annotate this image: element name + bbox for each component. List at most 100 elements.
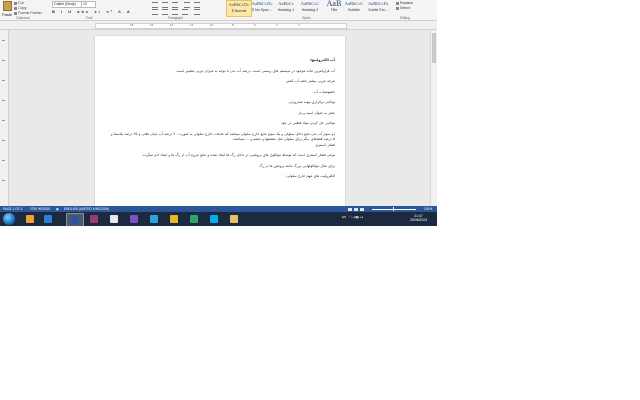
ruler-number: 18 [130, 23, 134, 27]
cut-label: Cut [18, 1, 24, 5]
style-label: Title [330, 8, 338, 12]
viber-icon [130, 215, 138, 223]
style-preview: AaBbCcDc [228, 2, 250, 7]
doc-paragraph[interactable]: خصوصیات آب [110, 90, 335, 95]
group-label-paragraph: Paragraph [168, 16, 183, 20]
document-body[interactable]: آب الکترولیتها آب فراوانترین ماده موجود … [110, 58, 335, 185]
zoom-slider-handle[interactable] [393, 207, 394, 211]
vertical-scrollbar[interactable] [430, 30, 437, 206]
style-preview: AaBbCcDı [368, 1, 388, 6]
strikethrough-button[interactable]: abc [77, 9, 90, 14]
ruler-tick [2, 140, 5, 141]
style-label: ¶ No Spac... [252, 8, 272, 12]
bold-button[interactable]: B [52, 9, 57, 14]
taskbar-chrome-button[interactable] [166, 213, 182, 225]
multilevel-list-icon[interactable] [172, 2, 178, 8]
ruler-tick [2, 160, 5, 161]
italic-button[interactable]: I [61, 9, 64, 14]
group-label-font: Font [86, 16, 93, 20]
doc-paragraph[interactable]: برای مثال مولکولهایی بزرگ مانند پروتئین … [110, 164, 335, 169]
document-page[interactable]: آب الکترولیتها آب فراوانترین ماده موجود … [95, 36, 345, 206]
zoom-slider[interactable] [372, 209, 416, 210]
editing-group: Replace Select [396, 0, 428, 10]
format-painter-label: Format Painter [18, 11, 42, 15]
replace-button[interactable]: Replace [396, 1, 428, 5]
word-window: Paste Cut Copy Format Painter Calibri (B… [0, 0, 437, 226]
ruler-tick [2, 180, 5, 181]
doc-paragraph[interactable]: الکترولیت های مهم خارج سلولی: [110, 174, 335, 179]
align-center-icon[interactable] [162, 9, 168, 15]
doc-paragraph[interactable]: نوعی فشار اسمزی است که توسط مولکول های پ… [110, 153, 335, 158]
brush-icon [14, 11, 17, 15]
taskbar-skype-button[interactable] [206, 213, 222, 225]
cut-button[interactable]: Cut [14, 1, 24, 5]
doc-paragraph[interactable]: عمل به عنوان اسید و باز [110, 111, 335, 116]
taskbar-word-button[interactable] [66, 213, 84, 226]
font-color-button[interactable]: A [127, 9, 132, 14]
superscript-button[interactable]: x² [106, 9, 114, 14]
numbering-icon[interactable] [162, 2, 168, 8]
bullets-icon[interactable] [152, 2, 158, 8]
input-language[interactable]: EN [342, 215, 346, 219]
style-subtitle[interactable]: AaBbCcC Subtitle [342, 0, 366, 15]
style-label: Subtle Em... [368, 8, 388, 12]
underline-button[interactable]: U [68, 9, 73, 14]
format-painter-button[interactable]: Format Painter [14, 11, 42, 15]
ruler-number: 14 [170, 23, 174, 27]
paste-button[interactable]: Paste [2, 0, 12, 17]
taskbar-telegram-button[interactable] [146, 213, 162, 225]
print-layout-icon[interactable] [354, 208, 358, 211]
sort-icon[interactable] [184, 2, 190, 8]
font-size-select[interactable]: 12 [81, 1, 96, 8]
doc-paragraph[interactable]: آب فراوانترین ماده موجود در سیستم های زی… [110, 69, 335, 74]
taskbar-winrar-button[interactable] [86, 213, 102, 225]
internet-explorer-icon [44, 215, 52, 223]
doc-paragraph[interactable]: دو سوم آب بدن مایع داخل سلولی و یک سوم م… [110, 132, 335, 142]
ruler-number: 12 [190, 23, 194, 27]
taskbar-media-player-button[interactable] [22, 213, 38, 225]
read-mode-icon[interactable] [348, 208, 352, 211]
align-left-icon[interactable] [152, 9, 158, 15]
replace-icon [396, 1, 399, 5]
style-normal[interactable]: AaBbCcDc ¶ Normal [226, 0, 252, 17]
doc-paragraph[interactable]: توانایی برقراری پیوند هیدروژنی [110, 100, 336, 105]
vertical-ruler [0, 30, 9, 206]
font-name-select[interactable]: Calibri (Body) [52, 1, 82, 8]
replace-label: Replace [400, 1, 414, 5]
taskbar-internet-explorer-button[interactable] [40, 213, 56, 225]
clock-date: 25/06/2024 [410, 218, 427, 223]
taskbar-paint-button[interactable] [106, 213, 122, 225]
network-app-icon [190, 215, 198, 223]
style-subtle-emphasis[interactable]: AaBbCcDı Subtle Em... [366, 0, 390, 15]
doc-paragraph[interactable]: آب الکترولیتها [110, 58, 335, 63]
tray-icons[interactable]: ⌃ ▪ ◂ ▮▮ ♪ ▸ [347, 215, 364, 219]
style-preview: AaBbCcDc [251, 1, 273, 6]
doc-paragraph[interactable]: هرچه چربی بیشتر باشد آب کمتر. [110, 79, 335, 84]
clock[interactable]: 21:47 25/06/2024 [410, 214, 427, 222]
group-label-clipboard: Clipboard [16, 16, 30, 20]
taskbar-network-app-button[interactable] [186, 213, 202, 225]
doc-paragraph[interactable]: توانایی حل کردن مواد قطبی در خود [110, 121, 335, 126]
cursor-icon [396, 6, 399, 10]
text-effects-button[interactable]: A [118, 9, 123, 14]
style-preview: AaBbCcC [300, 1, 320, 6]
style-label: ¶ Normal [231, 9, 247, 13]
taskbar-viber-button[interactable] [126, 213, 142, 225]
start-button[interactable] [3, 213, 15, 225]
taskbar-explorer-button[interactable] [226, 213, 242, 225]
select-button[interactable]: Select [396, 6, 428, 10]
style-no-spacing[interactable]: AaBbCcDc ¶ No Spac... [250, 0, 274, 15]
justify-icon[interactable] [182, 9, 188, 15]
show-formatting-icon[interactable] [194, 2, 200, 8]
chrome-icon [170, 215, 178, 223]
line-spacing-icon[interactable] [194, 9, 200, 15]
align-right-icon[interactable] [172, 9, 178, 15]
system-tray: EN ⌃ ▪ ◂ ▮▮ ♪ ▸ [342, 215, 363, 219]
style-heading-1[interactable]: AaBbCc Heading 1 [274, 0, 298, 15]
web-layout-icon[interactable] [360, 208, 364, 211]
scrollbar-thumb[interactable] [432, 33, 436, 63]
copy-button[interactable]: Copy [14, 6, 26, 10]
subscript-button[interactable]: x₂ [94, 9, 102, 14]
doc-paragraph[interactable]: فشار اسمزی [110, 143, 335, 148]
style-heading-2[interactable]: AaBbCcC Heading 2 [298, 0, 322, 15]
